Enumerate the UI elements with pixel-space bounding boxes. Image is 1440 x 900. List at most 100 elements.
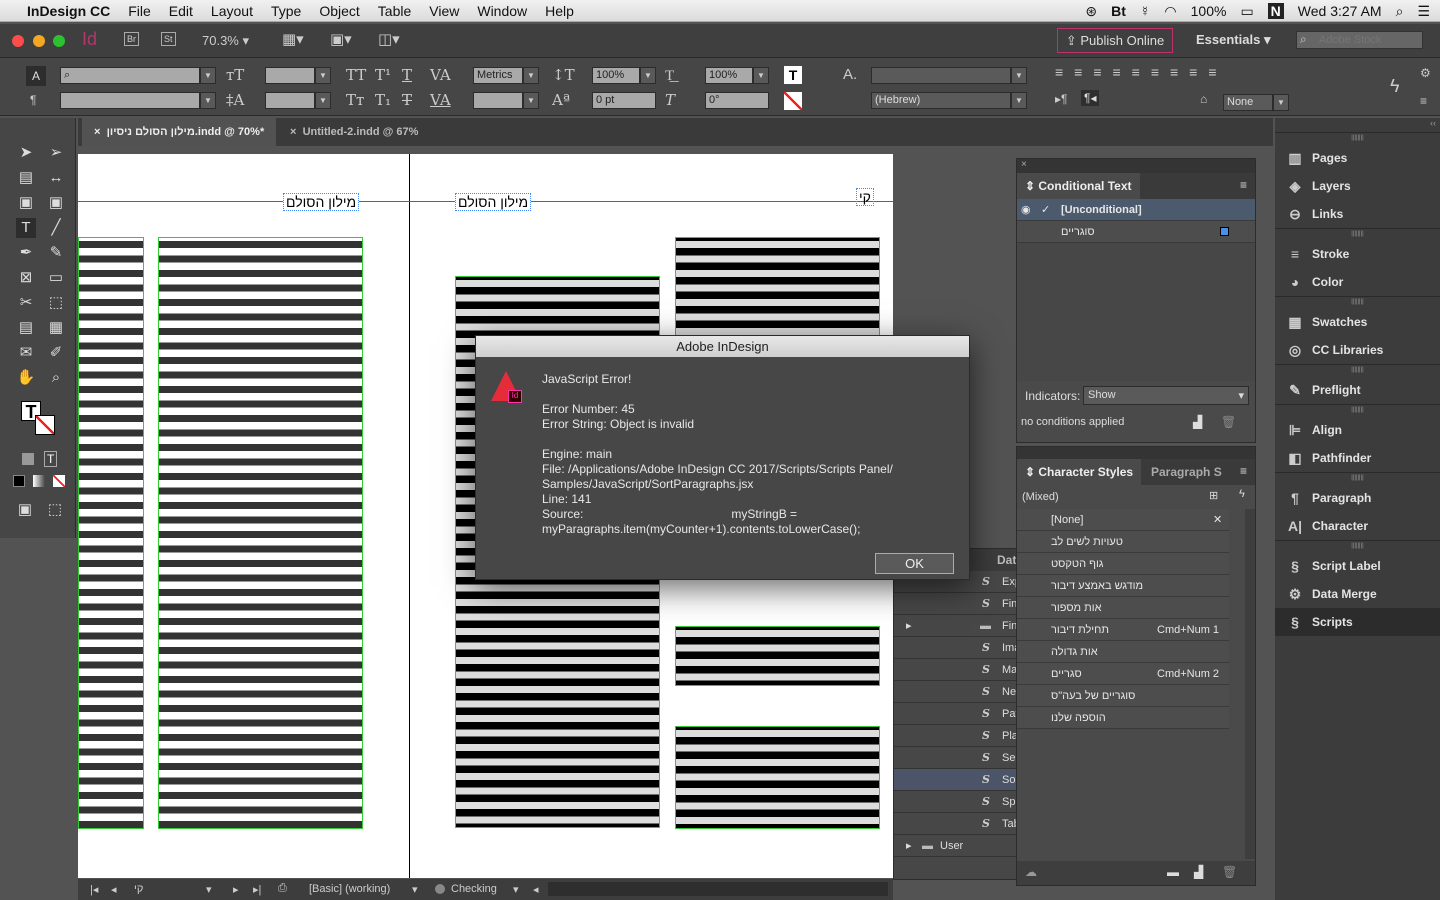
dock-item-pages[interactable]: ▥ Pages [1275,144,1440,172]
content-collector-tool[interactable]: ▣ [16,193,36,213]
tab-document-1[interactable]: × מילון הסולם ניסיון.indd @ 70%* [82,118,277,146]
bridge-button[interactable]: Br [124,32,139,46]
new-style-icon[interactable]: ▟ [1194,865,1203,879]
new-style-group-icon[interactable]: ⊞ [1209,489,1218,502]
menu-window[interactable]: Window [468,3,536,19]
line-tool[interactable]: ╱ [46,218,66,238]
indicators-dropdown[interactable]: Show ▾ [1083,386,1249,405]
scissors-tool[interactable]: ✂ [16,293,36,313]
dock-item-align[interactable]: ⊫ Align [1275,416,1440,444]
text-stroke-swatch[interactable] [784,92,802,110]
font-style-field[interactable] [60,92,200,109]
panel-group-grip[interactable]: |||||||| [1275,540,1440,552]
panel-menu-icon[interactable]: ≡ [1420,94,1427,108]
content-placer-tool[interactable]: ▣ [46,193,66,213]
panel-group-grip[interactable]: |||||||| [1275,472,1440,484]
font-size-field[interactable] [265,67,315,84]
character-style-field[interactable] [871,67,1011,84]
vertical-scrollbar[interactable] [1245,509,1255,859]
leading-dropdown[interactable]: ▼ [315,92,331,109]
horizontal-scrollbar[interactable] [548,882,888,896]
scripts-folder-user[interactable]: ▸ ▬ User [894,835,1017,857]
text-fill-swatch[interactable]: T [784,66,802,84]
pencil-tool[interactable]: ✎ [46,243,66,263]
menu-layout[interactable]: Layout [202,3,262,19]
strikethrough-icon[interactable]: T [402,91,412,109]
quick-apply-icon[interactable]: ϟ [1390,76,1400,97]
justification-field[interactable]: None [1223,94,1273,111]
formatting-text-icon[interactable]: T [44,451,58,467]
preflight-profile[interactable]: [Basic] (working) [309,883,390,895]
stock-button[interactable]: St [161,32,176,46]
close-icon[interactable]: × [1017,159,1255,173]
dock-item-script-label[interactable]: § Script Label [1275,552,1440,580]
leading-field[interactable] [265,92,315,109]
character-style-row[interactable]: תחילת דיבור Cmd+Num 1 [1017,619,1229,641]
character-style-row[interactable]: [None] ✕ [1017,509,1229,531]
apply-color-button[interactable] [13,475,25,487]
menu-edit[interactable]: Edit [160,3,202,19]
stroke-swatch[interactable] [35,415,55,435]
preview-mode-icon[interactable]: ⬚ [45,500,65,520]
bt-icon[interactable]: Bt [1111,3,1126,19]
dock-item-scripts[interactable]: § Scripts [1275,608,1440,636]
preflight-dropdown[interactable]: ▾ [412,883,418,896]
superscript-icon[interactable]: T¹ [375,66,391,84]
close-window-button[interactable] [12,35,24,47]
dock-item-data-merge[interactable]: ⚙ Data Merge [1275,580,1440,608]
page-number-field[interactable]: קי [134,883,143,895]
dock-item-links[interactable]: ⊖ Links [1275,200,1440,228]
horizontal-scale-field[interactable]: 100% [705,67,753,84]
panel-group-grip[interactable]: |||||||| [1275,228,1440,240]
script-row[interactable]: S Mal [894,659,1018,681]
condition-row[interactable]: סוגריים [1017,221,1255,243]
subscript-icon[interactable]: T₁ [375,91,391,109]
menu-object[interactable]: Object [310,3,368,19]
adobe-stock-search[interactable] [1296,31,1423,49]
all-caps-icon[interactable]: TT [346,66,366,84]
panel-menu-icon[interactable]: ≡ [1240,178,1247,192]
trash-icon[interactable]: 🗑 [1222,865,1237,879]
trash-icon[interactable]: 🗑 [1221,415,1236,429]
last-page-button[interactable]: ▸| [253,883,261,896]
gear-icon[interactable]: ⚙ [1420,66,1431,80]
panel-group-grip[interactable]: |||||||| [1275,364,1440,376]
alignment-buttons[interactable]: ≡≡≡≡≡≡≡≡≡ [1055,64,1228,80]
rectangle-frame-tool[interactable]: ⊠ [16,268,36,288]
paragraph-formatting-toggle[interactable]: ¶ [30,93,36,107]
battery-text[interactable]: 100% [1191,3,1227,19]
battery-icon[interactable]: ▭ [1240,3,1253,20]
close-icon[interactable]: × [94,126,100,138]
clear-overrides-icon[interactable]: ✕ [1213,509,1222,531]
language-dropdown[interactable]: ▼ [1011,92,1027,109]
script-row[interactable]: SIma [894,637,1018,659]
normal-view-mode-icon[interactable]: ▣ [15,500,35,520]
character-style-row[interactable]: טעויות לשים לב [1017,531,1229,553]
tab-character-styles[interactable]: ⇕ Character Styles [1017,459,1142,485]
first-page-button[interactable]: |◂ [90,883,98,896]
dock-item-pathfinder[interactable]: ◧ Pathfinder [1275,444,1440,472]
tab-conditional-text[interactable]: ⇕ Conditional Text [1017,173,1140,199]
page-tool[interactable]: ▤ [16,168,36,188]
preflight-menu-dropdown[interactable]: ▾ [513,883,519,896]
tab-paragraph-styles[interactable]: Paragraph S [1143,459,1230,485]
character-formatting-toggle[interactable]: A [26,66,46,86]
notification-center-icon[interactable]: ☰ [1417,3,1430,20]
script-row[interactable]: S Spl [894,791,1018,813]
running-head-right[interactable]: מילון הסולם [455,193,532,211]
eye-icon[interactable]: ◉ [1021,199,1031,221]
gradient-swatch-tool[interactable]: ▤ [16,318,36,338]
new-condition-icon[interactable]: ▟ [1193,415,1202,429]
menu-help[interactable]: Help [536,3,583,19]
script-row[interactable]: S Sor [894,769,1018,791]
apply-none-button[interactable] [53,475,65,487]
menu-view[interactable]: View [420,3,468,19]
font-style-dropdown[interactable]: ▼ [200,92,216,109]
script-row[interactable]: SPlac [894,725,1018,747]
font-family-dropdown[interactable]: ▼ [200,67,216,84]
selected-text-column[interactable] [675,237,880,337]
gap-tool[interactable]: ↔ [46,168,66,188]
selected-text-column[interactable] [675,626,880,686]
tracking-dropdown[interactable]: ▼ [523,92,539,109]
font-size-dropdown[interactable]: ▼ [315,67,331,84]
